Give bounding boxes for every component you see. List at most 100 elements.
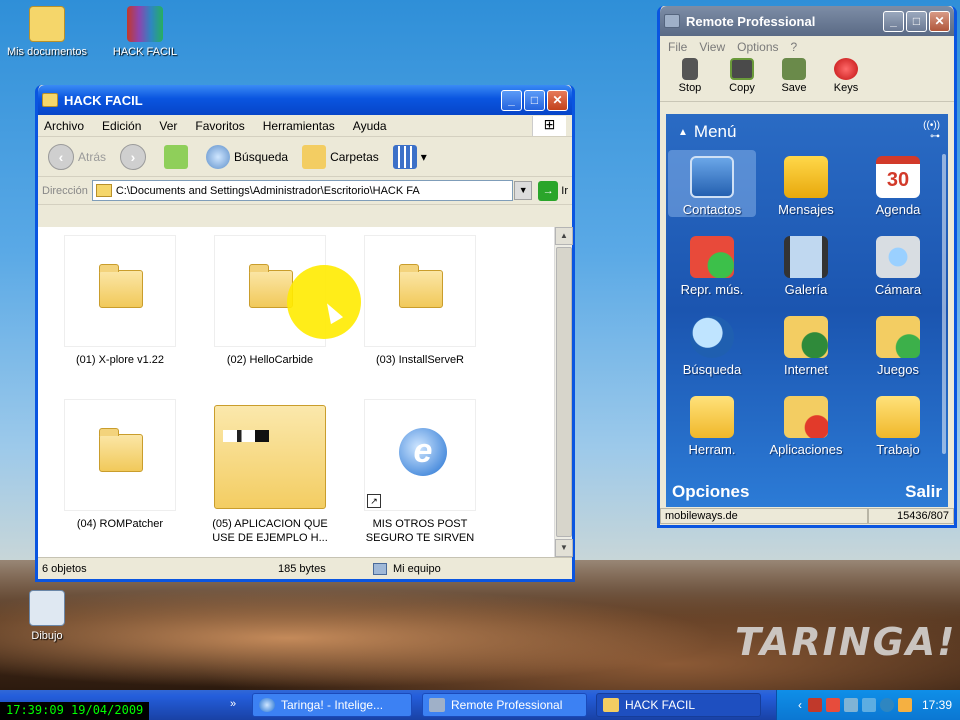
menu-arrow-icon: ▲ [678, 126, 688, 138]
task-label: Remote Professional [451, 698, 563, 712]
stop-label: Stop [678, 82, 702, 94]
computer-icon [373, 562, 387, 575]
folder-icon [99, 264, 143, 308]
go-arrow-icon[interactable]: → [538, 180, 559, 201]
minimize-button[interactable]: _ [501, 89, 522, 111]
app-tools[interactable]: Herram. [668, 390, 756, 457]
file-thumbnail [364, 235, 476, 347]
explorer-titlebar[interactable]: HACK FACIL _ □ ✕ [38, 85, 572, 115]
copy-label: Copy [729, 82, 755, 94]
close-button[interactable]: ✕ [929, 10, 950, 32]
folders-icon [302, 144, 327, 169]
maximize-button[interactable]: □ [524, 89, 545, 111]
app-gallery[interactable]: Galería [762, 230, 850, 297]
views-icon [392, 144, 417, 169]
menu-edit[interactable]: Edición [102, 119, 141, 133]
app-music-player[interactable]: Repr. mús. [668, 230, 756, 297]
clock[interactable]: 17:39 [922, 698, 952, 712]
go-label[interactable]: Ir [561, 185, 568, 197]
tray-app-icon[interactable] [807, 698, 822, 712]
remote-professional-window[interactable]: Remote Professional _ □ ✕ File View Opti… [657, 6, 957, 528]
tray-network-icon[interactable] [861, 698, 876, 712]
menu-favorites[interactable]: Favoritos [195, 119, 244, 133]
file-item[interactable]: (03) InstallServeR [350, 235, 490, 367]
window-title: Remote Professional [686, 13, 816, 29]
scroll-down-button[interactable]: ▼ [555, 539, 573, 557]
scroll-up-button[interactable]: ▲ [555, 227, 573, 245]
winrar-icon [127, 6, 163, 42]
forward-button[interactable]: › [120, 143, 150, 170]
quicklaunch-expand-button[interactable]: » [230, 690, 236, 718]
copy-button[interactable]: Copy [718, 58, 766, 94]
address-bar: Dirección C:\Documents and Settings\Admi… [38, 177, 572, 205]
menu-file[interactable]: File [668, 40, 687, 54]
tray-collapse-icon[interactable]: ‹ [798, 698, 802, 712]
bluetooth-icon[interactable] [879, 698, 894, 712]
app-search[interactable]: Búsqueda [668, 310, 756, 377]
menu-file[interactable]: Archivo [44, 119, 84, 133]
app-camera[interactable]: Cámara [854, 230, 942, 297]
tray-volume-icon[interactable] [897, 698, 912, 712]
views-button[interactable]: ▾ [392, 144, 427, 169]
search-button[interactable]: Búsqueda [206, 144, 288, 169]
scroll-thumb[interactable] [556, 247, 572, 537]
desktop-icon-drawing[interactable]: Dibujo [4, 590, 90, 642]
app-applications[interactable]: Aplicaciones [762, 390, 850, 457]
back-button[interactable]: ‹ Atrás [48, 143, 106, 170]
menu-bar: Archivo Edición Ver Favoritos Herramient… [38, 115, 572, 137]
menu-view[interactable]: View [699, 40, 725, 54]
vertical-scrollbar[interactable]: ▲ ▼ [554, 227, 573, 557]
file-item[interactable]: e ↗ MIS OTROS POST SEGURO TE SIRVEN [350, 399, 490, 545]
file-item[interactable]: (05) APLICACION QUE USE DE EJEMPLO H... [200, 399, 340, 545]
desktop-icon-hack-facil[interactable]: HACK FACIL [100, 6, 190, 58]
app-label: Contactos [682, 202, 742, 217]
remote-menu-bar: File View Options ? [660, 36, 954, 58]
taskbar-item-remote-professional[interactable]: Remote Professional [422, 693, 587, 717]
stop-button[interactable]: Stop [666, 58, 714, 94]
phone-icon [429, 698, 445, 712]
save-button[interactable]: Save [770, 58, 818, 94]
taskbar-item-taringa[interactable]: Taringa! - Intelige... [252, 693, 412, 717]
status-size: 185 bytes [278, 562, 326, 575]
tray-phone-icon[interactable] [843, 698, 858, 712]
file-thumbnail [64, 235, 176, 347]
menu-help[interactable]: Ayuda [353, 119, 387, 133]
folders-button[interactable]: Carpetas [302, 144, 379, 169]
exit-softkey[interactable]: Salir [905, 482, 942, 502]
keys-button[interactable]: Keys [822, 58, 870, 94]
remote-status-bar: mobileways.de 15436/807 [660, 507, 954, 525]
address-dropdown-button[interactable]: ▼ [514, 181, 533, 200]
desktop-icon-my-documents[interactable]: Mis documentos [2, 6, 92, 58]
menu-view[interactable]: Ver [159, 119, 177, 133]
file-item[interactable]: (04) ROMPatcher [50, 399, 190, 531]
internet-explorer-icon: e [399, 428, 447, 476]
address-input[interactable]: C:\Documents and Settings\Administrador\… [91, 180, 514, 201]
phone-screen[interactable]: ▲ Menú ((•)) ⊶ Contactos Mensajes 30 Agen… [666, 114, 948, 507]
app-work[interactable]: Trabajo [854, 390, 942, 457]
taskbar-item-hack-facil[interactable]: HACK FACIL [596, 693, 761, 717]
file-name: (05) APLICACION QUE USE DE EJEMPLO H... [212, 518, 328, 544]
folder-icon [99, 428, 143, 472]
menu-help[interactable]: ? [791, 40, 798, 54]
status-website: mobileways.de [660, 508, 868, 524]
options-softkey[interactable]: Opciones [672, 482, 749, 502]
file-name: (03) InstallServeR [375, 354, 465, 366]
maximize-button[interactable]: □ [906, 10, 927, 32]
keys-icon [834, 58, 858, 80]
app-messages[interactable]: Mensajes [762, 150, 850, 217]
app-contacts[interactable]: Contactos [668, 150, 756, 217]
remote-titlebar[interactable]: Remote Professional _ □ ✕ [660, 6, 954, 36]
windows-logo-icon: ⊞ [532, 116, 566, 136]
app-games[interactable]: Juegos [854, 310, 942, 377]
minimize-button[interactable]: _ [883, 10, 904, 32]
address-label: Dirección [42, 184, 88, 197]
menu-tools[interactable]: Herramientas [263, 119, 335, 133]
save-label: Save [781, 82, 807, 94]
app-calendar[interactable]: 30 Agenda [854, 150, 942, 217]
tray-security-icon[interactable] [825, 698, 840, 712]
app-internet[interactable]: Internet [762, 310, 850, 377]
close-button[interactable]: ✕ [547, 89, 568, 111]
menu-options[interactable]: Options [737, 40, 778, 54]
file-item[interactable]: (01) X-plore v1.22 [50, 235, 190, 367]
up-folder-button[interactable] [164, 144, 192, 169]
